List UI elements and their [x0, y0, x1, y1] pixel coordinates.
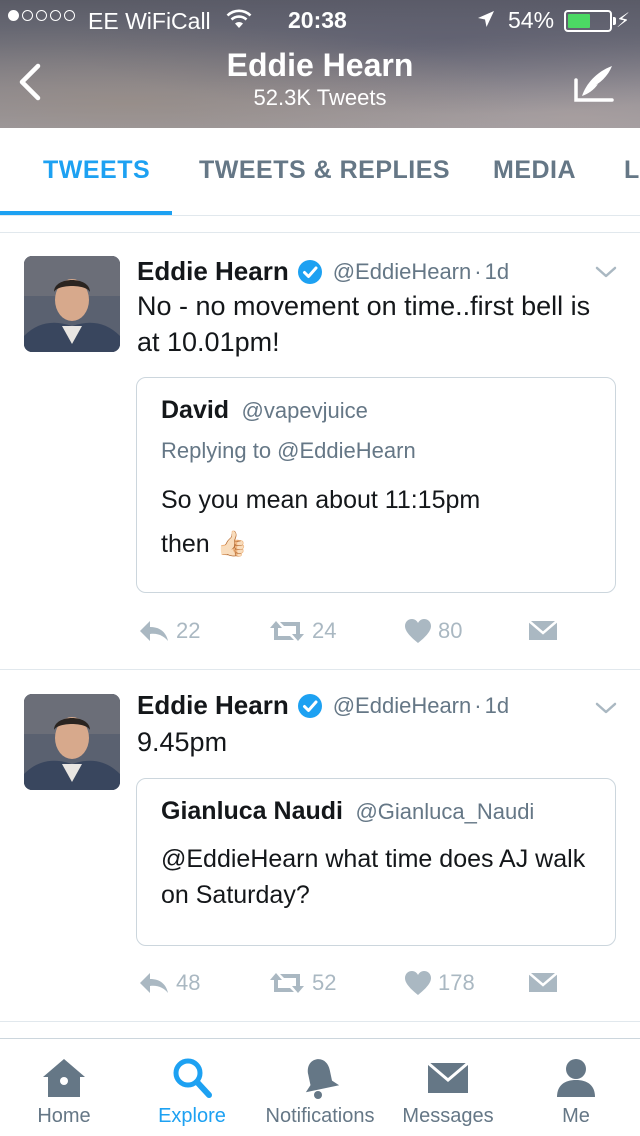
clock: 20:38 [288, 7, 347, 33]
retweet-icon [270, 621, 304, 641]
active-tab-indicator [0, 211, 172, 215]
search-icon [173, 1058, 212, 1098]
quoted-author-handle: @vapevjuice [241, 398, 368, 423]
heart-icon [405, 619, 431, 643]
retweet-button[interactable]: 24 [268, 618, 336, 644]
quoted-text-line-2-word: then [161, 530, 210, 558]
quoted-tweet-text: So you mean about 11:15pm then 👍🏻 [161, 478, 601, 566]
quoted-tweet[interactable]: Gianluca Naudi @Gianluca_Naudi @EddieHea… [136, 778, 616, 946]
retweet-button[interactable]: 52 [268, 970, 336, 996]
wifi-icon [226, 9, 252, 28]
direct-message-button[interactable] [528, 970, 558, 994]
retweet-count: 52 [312, 970, 337, 995]
quoted-text-line-1: So you mean about 11:15pm [161, 486, 481, 514]
replying-to-label: Replying to @EddieHearn [161, 438, 416, 463]
author-name[interactable]: Eddie Hearn [137, 256, 289, 287]
compose-tweet-button[interactable] [572, 62, 618, 106]
like-count: 80 [438, 618, 463, 643]
quoted-author-handle: @Gianluca_Naudi [355, 799, 535, 824]
bottom-tab-bar: Home Explore Notifications Messages Me [0, 1038, 640, 1136]
quoted-author-name: David [161, 396, 230, 424]
battery-icon [564, 10, 616, 32]
header-title-group: Eddie Hearn 52.3K Tweets [120, 46, 520, 112]
nav-home-label: Home [37, 1105, 91, 1127]
reply-count: 48 [176, 970, 201, 995]
timeline-gap [0, 217, 640, 233]
author-handle[interactable]: @EddieHearn [333, 693, 472, 719]
profile-tabs: TWEETS TWEETS & REPLIES MEDIA L [0, 128, 640, 216]
avatar-image [24, 256, 120, 352]
like-count: 178 [438, 970, 475, 995]
nav-home[interactable]: Home [0, 1039, 128, 1136]
heart-icon [405, 971, 431, 995]
status-bar: EE WiFiCall 20:38 54% ⚡ [0, 0, 640, 40]
carrier-label: EE WiFiCall [88, 8, 211, 34]
avatar[interactable] [24, 694, 120, 790]
nav-explore[interactable]: Explore [128, 1039, 256, 1136]
verified-badge-icon [297, 259, 322, 284]
nav-notifications-label: Notifications [265, 1105, 375, 1127]
envelope-icon [427, 1061, 469, 1093]
nav-me[interactable]: Me [512, 1039, 640, 1136]
tweet-text: No - no movement on time..first bell is … [137, 291, 591, 357]
tweet-actions: 22 24 80 [138, 618, 618, 648]
chevron-down-icon[interactable] [594, 700, 618, 716]
separator-dot: · [474, 692, 482, 718]
tweet-timestamp[interactable]: 1d [485, 693, 509, 719]
tweet-card[interactable]: Eddie Hearn @EddieHearn · 1d No - no mov… [0, 234, 640, 670]
tab-tweets-and-replies[interactable]: TWEETS & REPLIES [199, 156, 450, 185]
profile-header: EE WiFiCall 20:38 54% ⚡ Eddie Hearn 52.3… [0, 0, 640, 128]
tweet-count: 52.3K Tweets [253, 85, 387, 110]
quoted-tweet[interactable]: David @vapevjuice Replying to @EddieHear… [136, 377, 616, 593]
signal-dots-icon [8, 10, 75, 21]
tab-likes[interactable]: L [624, 156, 640, 185]
tweet-actions: 48 52 178 [138, 970, 618, 1000]
avatar[interactable] [24, 256, 120, 352]
direct-message-button[interactable] [528, 618, 558, 642]
like-button[interactable]: 178 [404, 970, 475, 996]
envelope-icon [528, 620, 558, 640]
thumbs-up-emoji: 👍🏻 [216, 530, 248, 558]
page-title: Eddie Hearn [226, 47, 414, 83]
tweet-timestamp[interactable]: 1d [485, 259, 509, 285]
back-button[interactable] [10, 60, 50, 104]
nav-messages[interactable]: Messages [384, 1039, 512, 1136]
reply-count: 22 [176, 618, 201, 643]
quoted-author-line: Gianluca Naudi @Gianluca_Naudi [161, 797, 534, 826]
location-arrow-icon [478, 11, 494, 27]
reply-icon [140, 621, 168, 641]
verified-badge-icon [297, 693, 322, 718]
tweet-author-line: Eddie Hearn @EddieHearn · 1d [137, 256, 509, 287]
retweet-count: 24 [312, 618, 337, 643]
quoted-author-line: David @vapevjuice [161, 396, 368, 425]
separator-dot: · [474, 258, 482, 284]
author-handle[interactable]: @EddieHearn [333, 259, 472, 285]
home-icon [43, 1059, 85, 1097]
nav-me-label: Me [562, 1105, 590, 1127]
reply-button[interactable]: 22 [138, 618, 200, 644]
quoted-author-name: Gianluca Naudi [161, 797, 343, 825]
tweet-author-line: Eddie Hearn @EddieHearn · 1d [137, 690, 509, 721]
reply-icon [140, 973, 168, 993]
quoted-text-line-2: then 👍🏻 [161, 522, 601, 566]
tab-tweets[interactable]: TWEETS [43, 156, 150, 185]
author-name[interactable]: Eddie Hearn [137, 690, 289, 721]
tweet-text: 9.45pm [137, 727, 228, 757]
reply-button[interactable]: 48 [138, 970, 200, 996]
nav-notifications[interactable]: Notifications [256, 1039, 384, 1136]
battery-percent: 54% [508, 7, 555, 33]
retweet-icon [270, 973, 304, 993]
quoted-tweet-text: @EddieHearn what time does AJ walk on Sa… [161, 845, 586, 909]
envelope-icon [528, 972, 558, 992]
nav-explore-label: Explore [158, 1105, 226, 1127]
avatar-image [24, 694, 120, 790]
like-button[interactable]: 80 [404, 618, 462, 644]
charging-bolt-icon: ⚡ [616, 10, 631, 32]
tab-media[interactable]: MEDIA [493, 156, 576, 185]
person-icon [557, 1059, 595, 1097]
bell-icon [305, 1059, 340, 1099]
chevron-down-icon[interactable] [594, 264, 618, 280]
nav-messages-label: Messages [402, 1105, 494, 1127]
tweet-card[interactable]: Eddie Hearn @EddieHearn · 1d 9.45pm Gian… [0, 670, 640, 1022]
